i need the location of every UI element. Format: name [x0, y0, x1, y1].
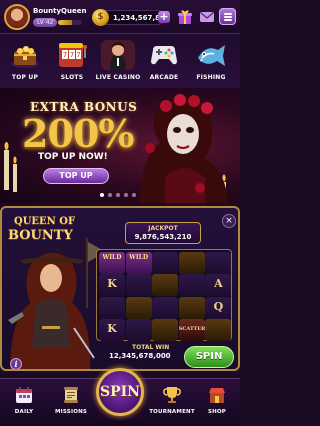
username: BountyQueen	[33, 7, 87, 15]
game-spin-button[interactable]: SPIN	[184, 346, 234, 368]
category-label: LIVE CASINO	[95, 74, 141, 81]
reel-symbol	[178, 252, 205, 274]
banner-line-3: TOP UP NOW!	[38, 152, 108, 162]
promo-banner[interactable]: EXTRA BONUS 200% TOP UP NOW! TOP UP	[0, 88, 240, 203]
category-slots[interactable]: 7 7 7 SLOTS	[49, 40, 95, 86]
game-panel: QUEEN OF BOUNTY × JACKPOT 9,876,543,210 …	[0, 206, 240, 371]
carousel-dot[interactable]	[100, 193, 104, 197]
info-button[interactable]: i	[10, 358, 22, 369]
level-progress-bar	[58, 20, 82, 25]
carousel-dot[interactable]	[124, 193, 128, 197]
coin-balance: $ 1,234,567,890	[92, 9, 170, 26]
nav-missions[interactable]: MISSIONS	[48, 385, 94, 415]
reel-symbol	[205, 252, 232, 274]
category-arcade[interactable]: ARCADE	[141, 40, 187, 86]
mail-icon[interactable]	[199, 9, 215, 25]
reel-symbol: SCATTER	[178, 318, 205, 341]
reel-symbol: WILD	[99, 252, 125, 274]
reel-symbol: WILD	[125, 252, 152, 274]
carousel-dot[interactable]	[108, 193, 112, 197]
reel-symbol	[152, 252, 179, 274]
jackpot-value: 9,876,543,210	[134, 233, 192, 241]
total-win-value: 12,345,678,000	[109, 352, 171, 360]
nav-label: DAILY	[14, 409, 34, 415]
nav-label: SHOP	[207, 409, 227, 415]
reel-symbol	[152, 274, 179, 297]
reel-symbol	[205, 318, 232, 341]
reel-symbol	[178, 274, 205, 297]
menu-button[interactable]	[219, 8, 236, 25]
banner-percent: 200%	[22, 111, 134, 156]
gift-icon[interactable]	[177, 9, 193, 25]
scroll-icon	[64, 387, 78, 403]
banner-top-up-button[interactable]: TOP UP	[43, 168, 109, 184]
reel-symbol	[125, 274, 152, 297]
svg-text:7: 7	[70, 51, 74, 59]
carousel-dots	[100, 193, 140, 198]
game-title-line-1: QUEEN OF	[14, 216, 76, 227]
coin-icon: $	[92, 9, 109, 26]
reel-symbol	[99, 296, 125, 319]
add-coins-button[interactable]: +	[158, 11, 170, 23]
category-label: SLOTS	[60, 74, 84, 81]
main-spin-button[interactable]: SPIN	[96, 368, 144, 416]
carousel-dot[interactable]	[132, 193, 136, 197]
trophy-icon	[163, 387, 181, 403]
nav-tournament[interactable]: TOURNAMENT	[149, 385, 195, 415]
close-button[interactable]: ×	[222, 214, 236, 228]
nav-shop[interactable]: SHOP	[194, 385, 240, 415]
reel-symbol: Q	[205, 296, 232, 319]
reel-symbol	[125, 296, 152, 319]
treasure-chest-icon	[11, 46, 39, 68]
nav-label: TOURNAMENT	[149, 409, 195, 415]
jackpot-box: JACKPOT 9,876,543,210	[125, 222, 201, 244]
nav-label: MISSIONS	[54, 409, 88, 415]
reel-symbol: K	[99, 274, 125, 297]
reel-symbol	[152, 296, 179, 319]
menu-icon-line	[224, 19, 232, 21]
category-fishing[interactable]: FISHING	[188, 40, 234, 86]
menu-icon-line	[224, 16, 232, 18]
category-label: FISHING	[196, 74, 226, 81]
category-label: TOP UP	[11, 74, 39, 81]
slot-machine-icon: 7 7 7	[59, 43, 87, 67]
fish-icon	[198, 45, 225, 66]
slot-reels: WILD WILD K A Q K SCATTER	[96, 249, 232, 341]
reel-symbol	[178, 296, 205, 319]
level-progress-fill	[58, 20, 73, 25]
category-top-up[interactable]: TOP UP	[2, 40, 48, 86]
shop-icon	[209, 388, 225, 403]
reel-symbol	[125, 318, 152, 341]
reel-symbol	[152, 318, 179, 341]
dealer-icon	[101, 40, 135, 70]
carousel-dot[interactable]	[116, 193, 120, 197]
level-badge: LV 42	[33, 18, 58, 27]
jackpot-label: JACKPOT	[148, 225, 178, 232]
gamepad-icon	[151, 46, 177, 65]
menu-icon-line	[224, 13, 232, 15]
game-title-line-2: BOUNTY	[8, 228, 73, 243]
reel-symbol: A	[205, 274, 232, 297]
svg-text:7: 7	[63, 51, 67, 59]
category-live-casino[interactable]: LIVE CASINO	[95, 40, 141, 86]
category-nav: TOP UP 7 7 7 SLOTS LIVE CASINO ARCADE FI…	[0, 34, 240, 88]
category-label: ARCADE	[149, 74, 179, 81]
avatar[interactable]	[4, 4, 30, 30]
nav-daily[interactable]: DAILY	[1, 385, 47, 415]
svg-text:7: 7	[76, 51, 80, 59]
total-win-label: TOTAL WIN	[132, 344, 170, 351]
reel-symbol: K	[99, 318, 125, 341]
calendar-icon	[16, 387, 32, 403]
top-bar: BountyQueen LV 42 $ 1,234,567,890 +	[0, 0, 240, 34]
